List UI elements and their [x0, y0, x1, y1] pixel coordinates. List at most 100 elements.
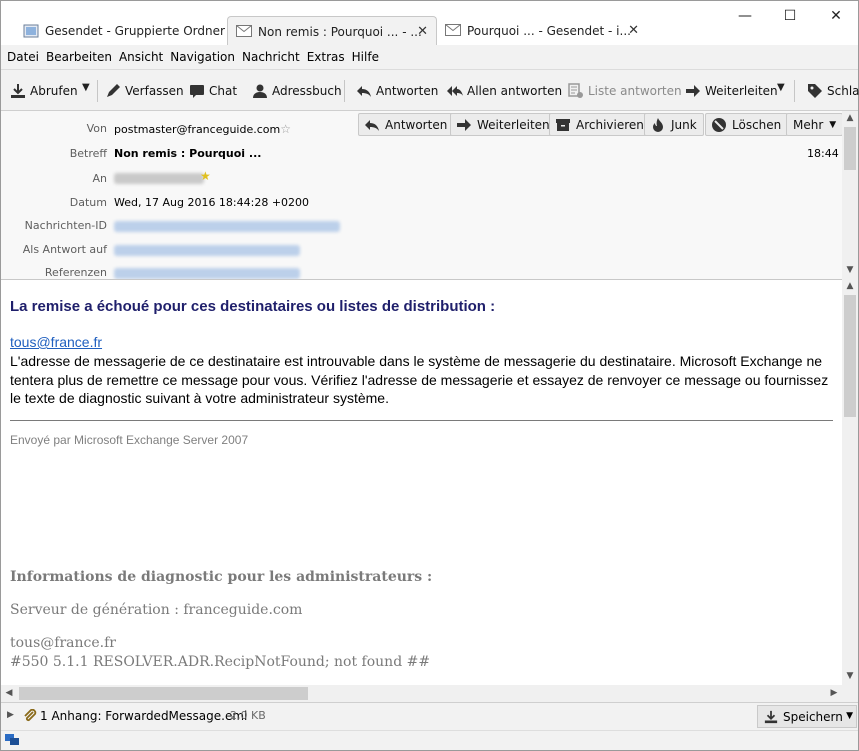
- reply-list-icon: [568, 83, 584, 99]
- minimize-button[interactable]: —: [731, 5, 759, 27]
- message-id-label: Nachrichten-ID: [24, 219, 107, 232]
- save-label: Speichern: [783, 709, 843, 724]
- tab-non-remis[interactable]: Non remis : Pourquoi ... - ... ✕: [227, 16, 437, 46]
- tab-sent-grouped[interactable]: Gesendet - Gruppierte Ordner: [15, 16, 225, 46]
- close-window-button[interactable]: ✕: [822, 5, 850, 27]
- get-messages-button[interactable]: Abrufen: [10, 82, 78, 100]
- scroll-up-arrow[interactable]: ▲: [842, 281, 858, 291]
- scroll-left-arrow[interactable]: ◀: [1, 688, 17, 698]
- bounce-explanation: L'adresse de messagerie de ce destinatai…: [10, 353, 829, 406]
- more-button[interactable]: Mehr ▼: [786, 113, 842, 136]
- tab-label: Non remis : Pourquoi ... - ...: [258, 24, 422, 39]
- connection-status-icon[interactable]: [4, 733, 20, 750]
- reply-icon: [356, 83, 372, 99]
- references-label: Referenzen: [44, 266, 107, 279]
- download-icon: [10, 83, 26, 99]
- close-tab-icon[interactable]: ✕: [417, 24, 428, 39]
- header-scrollbar[interactable]: ▲ ▼: [842, 111, 858, 279]
- contacts-icon: [252, 83, 268, 99]
- reply-button[interactable]: Antworten: [356, 82, 438, 100]
- star-icon[interactable]: ☆: [280, 122, 291, 136]
- address-book-button[interactable]: Adressbuch: [252, 82, 342, 100]
- reply-label: Antworten: [376, 84, 439, 98]
- title-bar: Gesendet - Gruppierte Ordner Non remis :…: [1, 1, 858, 46]
- references-redacted[interactable]: [114, 268, 300, 279]
- star-icon[interactable]: ★: [200, 169, 211, 183]
- bounce-title: La remise a échoué pour ces destinataire…: [10, 298, 496, 315]
- forward-dropdown[interactable]: ▼: [777, 82, 785, 93]
- header-reply-label: Antworten: [385, 117, 448, 132]
- body-scrollbar-thumb[interactable]: [844, 295, 856, 417]
- menu-extras[interactable]: Extras: [307, 50, 345, 64]
- save-attachment-button[interactable]: Speichern ▼: [757, 705, 857, 728]
- date-value: Wed, 17 Aug 2016 18:44:28 +0200: [114, 196, 310, 209]
- reply-all-icon: [447, 83, 463, 99]
- archive-icon: [555, 117, 571, 133]
- reply-list-button[interactable]: Liste antworten: [568, 82, 682, 100]
- in-reply-to-label: Als Antwort auf: [22, 243, 107, 256]
- envelope-icon: [445, 24, 461, 38]
- write-button[interactable]: Verfassen: [105, 82, 184, 100]
- junk-button[interactable]: Junk: [644, 113, 704, 136]
- scroll-corner: [842, 685, 858, 702]
- chat-button[interactable]: Chat: [189, 82, 237, 100]
- tab-pourquoi[interactable]: Pourquoi ... - Gesendet - i... ✕: [437, 16, 647, 46]
- from-value[interactable]: postmaster@franceguide.com☆: [114, 122, 291, 136]
- forward-label: Weiterleiten: [705, 84, 778, 98]
- subject-value: Non remis : Pourquoi ...: [114, 147, 262, 160]
- expand-attachments-icon[interactable]: ▶: [7, 710, 14, 720]
- more-label: Mehr: [793, 117, 824, 132]
- forward-icon: [685, 83, 701, 99]
- forward-icon: [456, 117, 472, 133]
- from-address[interactable]: postmaster@franceguide.com: [114, 123, 280, 136]
- status-bar: [1, 730, 858, 750]
- close-tab-icon[interactable]: ✕: [628, 23, 639, 38]
- menu-hilfe[interactable]: Hilfe: [352, 50, 379, 64]
- horizontal-scrollbar[interactable]: ◀ ▶: [1, 685, 842, 702]
- menu-bar: Datei Bearbeiten Ansicht Navigation Nach…: [1, 45, 858, 69]
- menu-ansicht[interactable]: Ansicht: [119, 50, 163, 64]
- menu-bearbeiten[interactable]: Bearbeiten: [46, 50, 112, 64]
- menu-datei[interactable]: Datei: [7, 50, 39, 64]
- recipient-link[interactable]: tous@france.fr: [10, 334, 102, 350]
- divider: [10, 420, 833, 421]
- scroll-down-arrow[interactable]: ▼: [842, 671, 858, 681]
- message-id-redacted[interactable]: [114, 221, 340, 232]
- save-dropdown-icon[interactable]: ▼: [846, 711, 853, 721]
- attachment-bar: ▶ 1 Anhang: ForwardedMessage.eml 2,0 KB …: [1, 702, 858, 730]
- toolbar-separator: [97, 80, 98, 102]
- header-scrollbar-thumb[interactable]: [844, 127, 856, 170]
- pencil-icon: [105, 83, 121, 99]
- reply-list-label: Liste antworten: [588, 84, 682, 98]
- scroll-down-arrow[interactable]: ▼: [842, 265, 858, 275]
- scroll-up-arrow[interactable]: ▲: [842, 113, 858, 123]
- menu-nachricht[interactable]: Nachricht: [242, 50, 300, 64]
- get-messages-dropdown[interactable]: ▼: [82, 82, 90, 93]
- menu-navigation[interactable]: Navigation: [170, 50, 235, 64]
- horizontal-scrollbar-thumb[interactable]: [19, 687, 308, 700]
- to-value-redacted[interactable]: [114, 173, 204, 184]
- delete-button[interactable]: Löschen: [705, 113, 789, 136]
- tab-label: Pourquoi ... - Gesendet - i...: [467, 24, 631, 38]
- scroll-right-arrow[interactable]: ▶: [826, 688, 842, 698]
- reply-all-button[interactable]: Allen antworten: [447, 82, 562, 100]
- body-scrollbar[interactable]: ▲ ▼: [842, 279, 858, 685]
- toolbar-separator: [344, 80, 345, 102]
- reply-all-label: Allen antworten: [467, 84, 563, 98]
- header-forward-label: Weiterleiten: [477, 117, 550, 132]
- maximize-button[interactable]: ☐: [776, 5, 804, 27]
- sent-by-text: Envoyé par Microsoft Exchange Server 200…: [10, 433, 249, 447]
- archive-button[interactable]: Archivieren: [549, 113, 651, 136]
- chat-label: Chat: [209, 84, 238, 98]
- forward-button[interactable]: Weiterleiten: [685, 82, 778, 100]
- chat-icon: [189, 83, 205, 99]
- header-reply-button[interactable]: Antworten: [358, 113, 455, 136]
- reply-icon: [364, 117, 380, 133]
- main-toolbar: Abrufen ▼ Verfassen Chat Adressbuch Antw…: [1, 69, 859, 111]
- in-reply-to-redacted[interactable]: [114, 245, 300, 256]
- attachment-summary[interactable]: 1 Anhang: ForwardedMessage.eml: [40, 709, 247, 723]
- download-icon: [764, 710, 778, 724]
- attachment-size: 2,0 KB: [230, 709, 266, 722]
- tags-button[interactable]: Schlag: [807, 82, 859, 100]
- header-forward-button[interactable]: Weiterleiten: [450, 113, 557, 136]
